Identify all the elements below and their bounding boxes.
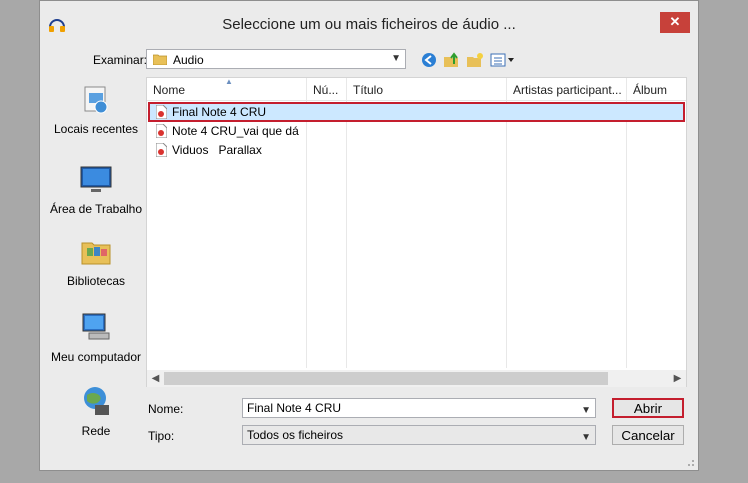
file-type-select[interactable]: Todos os ficheiros ▼	[242, 425, 596, 445]
scroll-left-icon[interactable]: ◀	[147, 370, 164, 387]
look-in-toolbar: Examinar: Audio ▼	[40, 47, 698, 73]
cancel-button[interactable]: Cancelar	[612, 425, 684, 445]
place-label: Meu computador	[50, 350, 142, 364]
libraries-icon	[81, 242, 111, 265]
scroll-right-icon[interactable]: ▶	[669, 370, 686, 387]
close-button[interactable]: ✕	[660, 12, 690, 33]
file-name-value: Final Note 4 CRU	[247, 401, 342, 415]
open-button[interactable]: Abrir	[612, 398, 684, 418]
dialog-title: Seleccione um ou mais ficheiros de áudio…	[222, 16, 516, 33]
place-label: Locais recentes	[53, 122, 139, 136]
place-label: Bibliotecas	[66, 274, 126, 288]
audio-file-icon	[156, 143, 167, 157]
file-row[interactable]: Note 4 CRU_vai que dá	[149, 122, 684, 140]
look-in-label: Examinar:	[93, 53, 148, 67]
chevron-down-icon: ▼	[391, 53, 401, 64]
close-icon: ✕	[669, 14, 681, 29]
horizontal-scrollbar[interactable]: ◀ ▶	[147, 370, 686, 387]
file-row[interactable]: Final Note 4 CRU	[148, 102, 685, 122]
file-name-label: Nome:	[148, 402, 184, 416]
recent-places-icon	[84, 86, 108, 114]
back-icon[interactable]	[420, 52, 438, 68]
place-network[interactable]: Rede	[48, 385, 144, 439]
new-folder-icon[interactable]	[466, 52, 484, 68]
network-icon	[84, 387, 109, 415]
look-in-combobox[interactable]: Audio ▼	[146, 49, 406, 69]
scrollbar-thumb[interactable]	[164, 372, 608, 385]
folder-icon	[153, 54, 167, 65]
file-name-input[interactable]: Final Note 4 CRU ▼	[242, 398, 596, 418]
file-row[interactable]: Viduos Parallax	[149, 141, 684, 159]
resize-grip-icon[interactable]	[685, 457, 695, 467]
place-computer[interactable]: Meu computador	[48, 311, 144, 365]
file-type-label: Tipo:	[148, 429, 175, 443]
file-name: Final Note 4 CRU	[172, 105, 267, 119]
view-menu-icon[interactable]	[490, 52, 516, 68]
computer-icon	[82, 313, 110, 340]
place-label: Rede	[81, 424, 111, 438]
place-label: Área de Trabalho	[49, 202, 143, 216]
file-name: Note 4 CRU_vai que dá	[172, 124, 299, 138]
place-recent[interactable]: Locais recentes	[48, 83, 144, 137]
file-name: Viduos Parallax	[172, 143, 262, 157]
desktop-icon	[80, 166, 112, 192]
column-title[interactable]: Título	[347, 78, 507, 100]
audio-file-icon	[156, 105, 167, 119]
column-album[interactable]: Álbum	[627, 78, 687, 100]
column-header: Nome ▲ Nú... Título Artistas participant…	[147, 77, 687, 101]
chevron-down-icon[interactable]: ▼	[581, 402, 591, 420]
file-open-dialog: Seleccione um ou mais ficheiros de áudio…	[39, 0, 699, 471]
chevron-down-icon: ▼	[581, 432, 591, 443]
file-list[interactable]: Nome ▲ Nú... Título Artistas participant…	[146, 77, 687, 387]
look-in-value: Audio	[173, 53, 204, 67]
column-number[interactable]: Nú...	[307, 78, 347, 100]
audio-file-icon	[156, 124, 167, 138]
file-type-value: Todos os ficheiros	[247, 428, 344, 442]
column-artists[interactable]: Artistas participant...	[507, 78, 627, 100]
place-libraries[interactable]: Bibliotecas	[48, 235, 144, 289]
place-desktop[interactable]: Área de Trabalho	[48, 163, 144, 217]
up-folder-icon[interactable]	[443, 52, 461, 68]
places-bar: Locais recentes Área de Trabalho Bibliot…	[48, 75, 144, 438]
title-bar: Seleccione um ou mais ficheiros de áudio…	[40, 1, 698, 45]
sort-ascending-icon: ▲	[225, 77, 233, 86]
